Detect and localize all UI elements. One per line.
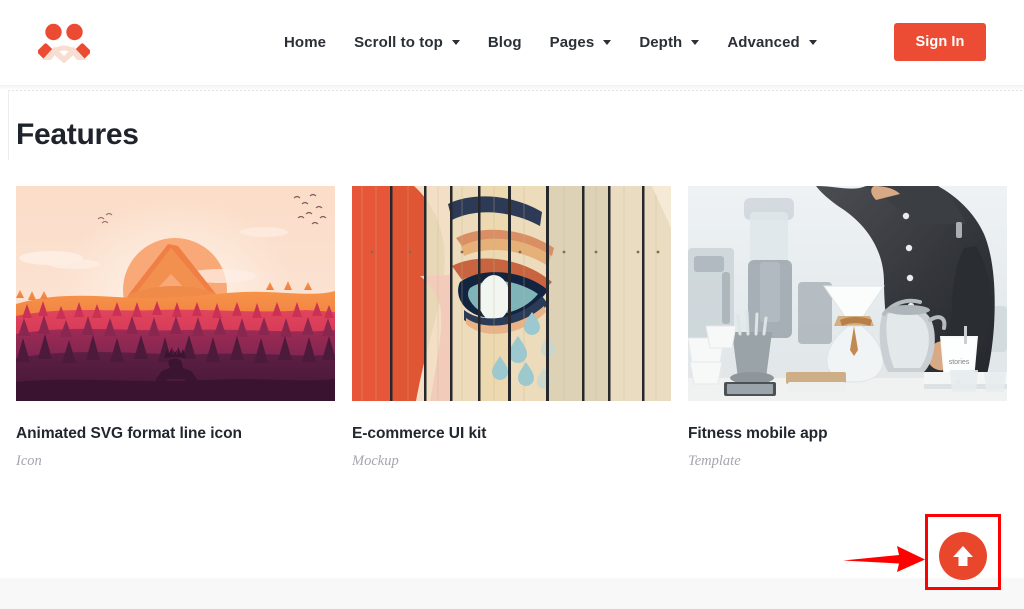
page-title: Features <box>16 118 139 151</box>
content-left-rule <box>8 90 9 160</box>
sign-in-button[interactable]: Sign In <box>894 23 986 61</box>
nav-item-label: Blog <box>487 34 522 51</box>
main-navigation: Home Scroll to top Blog Pages Depth Adva… <box>270 0 831 85</box>
annotation-arrow <box>843 545 925 573</box>
card-thumbnail-barista-coffee[interactable]: stories <box>688 186 1007 401</box>
nav-item-label: Advanced <box>727 34 800 51</box>
chevron-down-icon <box>603 40 612 45</box>
svg-text:stories: stories <box>949 359 970 366</box>
card-thumbnail-street-art[interactable] <box>352 186 671 401</box>
nav-item-blog[interactable]: Blog <box>474 34 536 51</box>
chevron-down-icon <box>691 40 700 45</box>
feature-card[interactable]: stories Fitness mobile app Template <box>688 186 1007 470</box>
nav-item-label: Home <box>284 34 327 51</box>
card-category: Mockup <box>352 453 399 469</box>
scroll-to-top-button[interactable] <box>939 532 987 580</box>
card-title: E-commerce UI kit <box>352 425 487 442</box>
card-title: Fitness mobile app <box>688 425 828 442</box>
content-top-divider <box>8 90 1024 91</box>
main-content: Features Animated SVG format line icon I… <box>0 90 1024 578</box>
footer-band <box>0 578 1024 609</box>
page-root: Home Scroll to top Blog Pages Depth Adva… <box>0 0 1024 609</box>
site-header: Home Scroll to top Blog Pages Depth Adva… <box>0 0 1024 85</box>
card-category: Template <box>688 453 741 469</box>
feature-card[interactable]: E-commerce UI kit Mockup <box>352 186 671 470</box>
chevron-down-icon <box>451 40 460 45</box>
site-logo[interactable] <box>38 21 90 63</box>
header-shadow <box>0 85 1024 90</box>
arrow-up-icon <box>953 546 973 566</box>
chevron-down-icon <box>808 40 817 45</box>
card-category: Icon <box>16 453 42 469</box>
nav-item-home[interactable]: Home <box>270 34 340 51</box>
nav-item-label: Depth <box>639 34 683 51</box>
card-thumbnail-sunset-mountain[interactable] <box>16 186 335 401</box>
card-title: Animated SVG format line icon <box>16 425 242 442</box>
feature-card[interactable]: Animated SVG format line icon Icon <box>16 186 335 470</box>
features-card-grid: Animated SVG format line icon Icon E-com… <box>16 186 1008 470</box>
nav-item-depth[interactable]: Depth <box>625 34 713 51</box>
nav-item-label: Scroll to top <box>354 34 443 51</box>
nav-item-scroll-to-top[interactable]: Scroll to top <box>340 34 474 51</box>
nav-item-advanced[interactable]: Advanced <box>713 34 831 51</box>
nav-item-label: Pages <box>549 34 595 51</box>
nav-item-pages[interactable]: Pages <box>536 34 626 51</box>
